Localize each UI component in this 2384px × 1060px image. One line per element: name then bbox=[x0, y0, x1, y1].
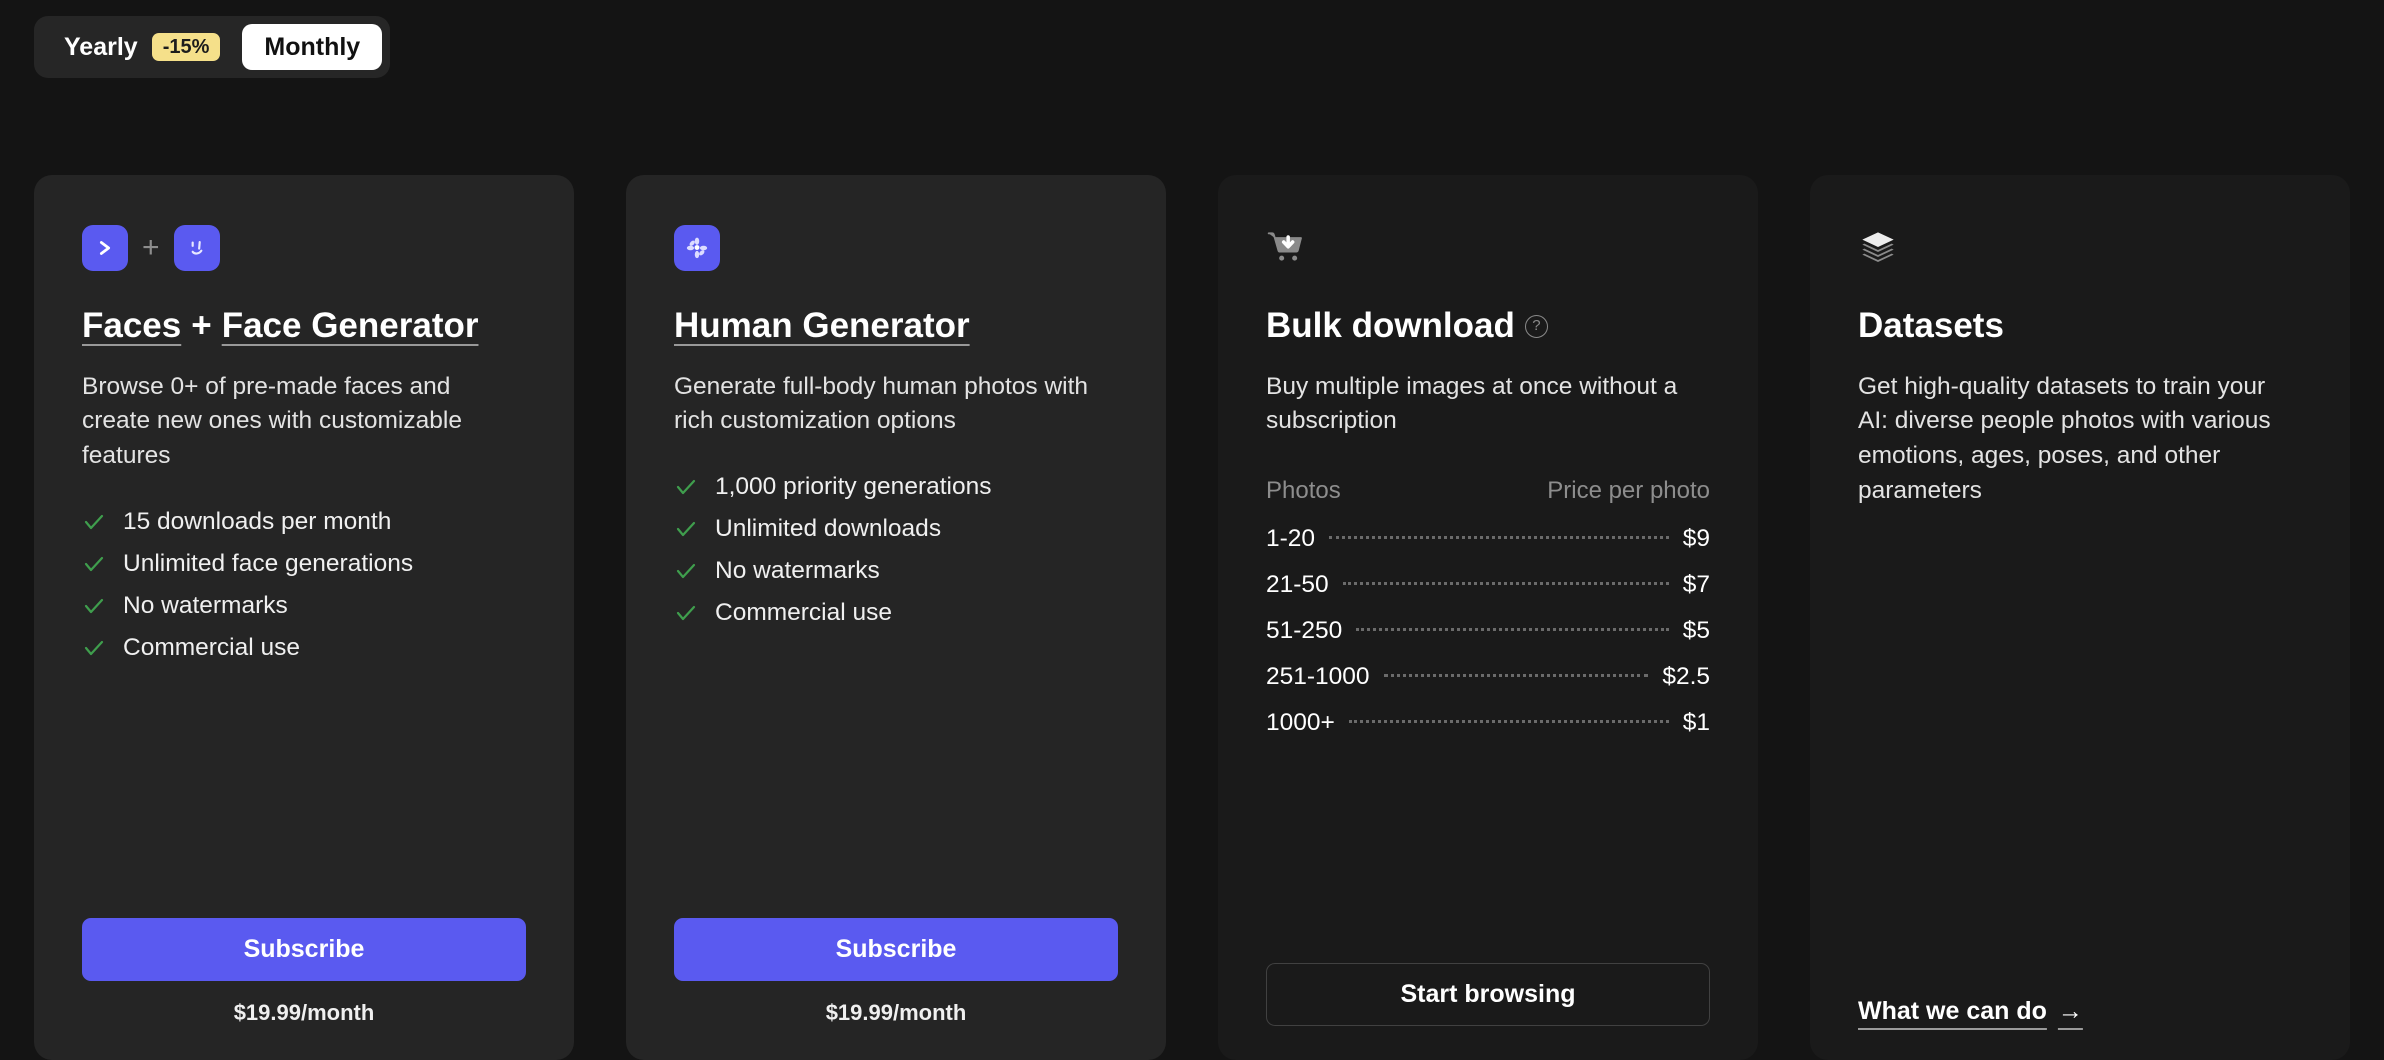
tier-price: $5 bbox=[1682, 617, 1710, 645]
card-title: Human Generator bbox=[674, 306, 1118, 346]
feature-item: 1,000 priority generations bbox=[674, 473, 1118, 501]
feature-item: Unlimited face generations bbox=[82, 550, 526, 578]
pricing-card-human-generator: Human Generator Generate full-body human… bbox=[626, 175, 1166, 1060]
feature-list: 15 downloads per month Unlimited face ge… bbox=[82, 508, 526, 662]
link-label: What we can do bbox=[1858, 997, 2047, 1025]
human-generator-link[interactable]: Human Generator bbox=[674, 306, 970, 346]
datasets-title: Datasets bbox=[1858, 306, 2004, 345]
feature-item: 15 downloads per month bbox=[82, 508, 526, 536]
feature-label: No watermarks bbox=[715, 557, 880, 585]
check-icon bbox=[84, 598, 104, 613]
tier-price: $7 bbox=[1682, 571, 1710, 599]
tier-label: 251-1000 bbox=[1266, 663, 1370, 691]
table-row: 251-1000 $2.5 bbox=[1266, 663, 1710, 691]
toggle-yearly-label: Yearly bbox=[64, 32, 138, 61]
human-generator-app-icon bbox=[674, 225, 720, 271]
tier-label: 1-20 bbox=[1266, 525, 1316, 553]
check-icon bbox=[676, 605, 696, 621]
table-row: 1-20 $9 bbox=[1266, 525, 1710, 553]
feature-item: No watermarks bbox=[674, 557, 1118, 585]
check-icon bbox=[676, 563, 696, 579]
table-header-row: Photos Price per photo bbox=[1266, 477, 1710, 505]
plus-icon: + bbox=[142, 231, 160, 264]
price-note: $19.99/month bbox=[825, 1000, 967, 1025]
card-description: Generate full-body human photos with ric… bbox=[674, 372, 1089, 435]
price-note: $19.99/month bbox=[233, 1000, 375, 1025]
leader-dots bbox=[1342, 582, 1669, 586]
card-footer: Start browsing bbox=[1266, 963, 1710, 1060]
arrow-right-icon: → bbox=[2057, 997, 2083, 1025]
title-separator: + bbox=[191, 306, 212, 345]
toggle-option-monthly[interactable]: Monthly bbox=[242, 24, 383, 70]
feature-item: No watermarks bbox=[82, 592, 526, 620]
smiley-face-app-icon bbox=[173, 225, 220, 271]
leader-dots bbox=[1329, 536, 1669, 540]
toggle-monthly-label: Monthly bbox=[264, 32, 361, 61]
card-description: Get high-quality datasets to train your … bbox=[1858, 372, 2271, 504]
what-we-can-do-link[interactable]: What we can do → bbox=[1858, 997, 2083, 1026]
cart-download-icon bbox=[1267, 232, 1302, 261]
feature-label: 15 downloads per month bbox=[123, 507, 392, 535]
card-footer: Subscribe $19.99/month bbox=[674, 918, 1118, 1060]
layers-stack-icon bbox=[1862, 232, 1894, 262]
table-row: 21-50 $7 bbox=[1266, 571, 1710, 599]
column-header-photos: Photos bbox=[1266, 477, 1341, 505]
leader-dots bbox=[1348, 720, 1669, 724]
tier-label: 21-50 bbox=[1266, 571, 1329, 599]
subscribe-button[interactable]: Subscribe bbox=[674, 918, 1118, 981]
table-row: 51-250 $5 bbox=[1266, 617, 1710, 645]
bulk-price-table: Photos Price per photo 1-20 $9 21-50 $7 … bbox=[1266, 477, 1710, 755]
billing-period-toggle[interactable]: Yearly -15% Monthly bbox=[34, 16, 391, 78]
chevron-app-icon bbox=[82, 225, 128, 271]
card-icon-row: + bbox=[82, 225, 526, 271]
check-icon bbox=[84, 514, 104, 529]
check-icon bbox=[676, 521, 696, 537]
leader-dots bbox=[1383, 674, 1649, 678]
card-title: Faces + Face Generator bbox=[82, 306, 526, 346]
pricing-card-bulk-download: Bulk download ? Buy multiple images at o… bbox=[1218, 175, 1758, 1060]
toggle-option-yearly[interactable]: Yearly -15% bbox=[42, 24, 242, 70]
tier-price: $1 bbox=[1682, 709, 1710, 737]
feature-list: 1,000 priority generations Unlimited dow… bbox=[674, 473, 1118, 627]
check-icon bbox=[676, 479, 696, 495]
pricing-card-faces-face-generator: + Faces + Face Generator Browse 0+ of pr… bbox=[34, 175, 574, 1060]
check-icon bbox=[84, 640, 104, 655]
feature-item: Commercial use bbox=[674, 599, 1118, 627]
faces-link[interactable]: Faces bbox=[82, 306, 181, 346]
face-generator-link[interactable]: Face Generator bbox=[222, 306, 479, 346]
column-header-price: Price per photo bbox=[1547, 477, 1710, 505]
card-title: Bulk download ? bbox=[1266, 306, 1710, 346]
card-description: Buy multiple images at once without a su… bbox=[1266, 372, 1678, 435]
bulk-download-title: Bulk download bbox=[1266, 306, 1515, 345]
pricing-page: Yearly -15% Monthly + Faces + Face Gener… bbox=[0, 0, 2384, 1060]
help-icon[interactable]: ? bbox=[1524, 314, 1548, 338]
feature-label: No watermarks bbox=[123, 591, 288, 619]
card-icon-row bbox=[1266, 225, 1710, 271]
feature-label: Unlimited face generations bbox=[123, 549, 414, 577]
pricing-card-datasets: Datasets Get high-quality datasets to tr… bbox=[1810, 175, 2350, 1060]
card-icon-row bbox=[674, 225, 1118, 271]
feature-label: Commercial use bbox=[715, 599, 892, 627]
pricing-card-grid: + Faces + Face Generator Browse 0+ of pr… bbox=[34, 175, 2350, 1060]
card-footer: Subscribe $19.99/month bbox=[82, 918, 526, 1060]
feature-label: Unlimited downloads bbox=[715, 515, 942, 543]
yearly-discount-badge: -15% bbox=[151, 33, 221, 61]
feature-item: Commercial use bbox=[82, 634, 526, 662]
feature-label: 1,000 priority generations bbox=[715, 473, 992, 501]
tier-label: 1000+ bbox=[1266, 709, 1335, 737]
card-title: Datasets bbox=[1858, 306, 2302, 346]
card-footer: What we can do → bbox=[1858, 997, 2302, 1060]
leader-dots bbox=[1356, 628, 1669, 632]
card-icon-row bbox=[1858, 225, 2302, 271]
feature-item: Unlimited downloads bbox=[674, 515, 1118, 543]
check-icon bbox=[84, 556, 104, 571]
tier-price: $9 bbox=[1682, 525, 1710, 553]
start-browsing-button[interactable]: Start browsing bbox=[1266, 963, 1710, 1026]
tier-price: $2.5 bbox=[1662, 663, 1710, 691]
feature-label: Commercial use bbox=[123, 633, 300, 661]
card-description: Browse 0+ of pre-made faces and create n… bbox=[82, 372, 462, 470]
table-row: 1000+ $1 bbox=[1266, 709, 1710, 737]
subscribe-button[interactable]: Subscribe bbox=[82, 918, 526, 981]
tier-label: 51-250 bbox=[1266, 617, 1343, 645]
